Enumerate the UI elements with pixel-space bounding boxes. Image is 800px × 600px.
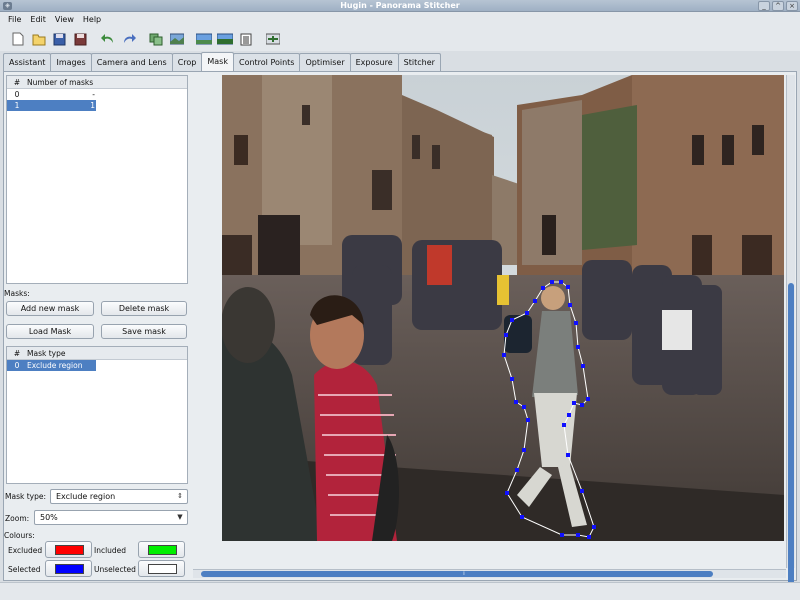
- mask-type-select[interactable]: Exclude region ⇕: [50, 489, 188, 504]
- add-new-mask-button[interactable]: Add new mask: [6, 301, 94, 316]
- tab-images[interactable]: Images: [50, 53, 92, 71]
- toolbar: [0, 27, 800, 51]
- minimize-icon[interactable]: _: [758, 1, 770, 11]
- selected-label: Selected: [8, 565, 41, 574]
- excluded-colour-swatch: [55, 545, 84, 555]
- redo-icon[interactable]: [119, 30, 138, 48]
- menu-file[interactable]: File: [8, 15, 21, 24]
- tab-control-points[interactable]: Control Points: [232, 53, 301, 71]
- list-item-selected[interactable]: 1 1: [7, 100, 96, 111]
- status-bar: [0, 582, 800, 600]
- image-list-header: # Number of masks: [7, 76, 187, 89]
- save-as-icon[interactable]: [71, 30, 90, 48]
- column-mask-type-header[interactable]: Mask type: [27, 349, 65, 358]
- delete-mask-button[interactable]: Delete mask: [101, 301, 187, 316]
- menu-edit[interactable]: Edit: [30, 15, 46, 24]
- load-mask-button[interactable]: Load Mask: [6, 324, 94, 339]
- mask-type-selected: Exclude region: [56, 492, 116, 501]
- mask-editor-image[interactable]: [222, 75, 784, 541]
- new-document-icon[interactable]: [8, 30, 27, 48]
- included-colour-swatch: [148, 545, 177, 555]
- image-index: 0: [14, 90, 20, 99]
- included-label: Included: [94, 546, 127, 555]
- menu-view[interactable]: View: [55, 15, 74, 24]
- maximize-icon[interactable]: ^: [772, 1, 784, 11]
- chevron-down-icon: ▼: [177, 513, 183, 521]
- zoom-selected: 50%: [40, 513, 58, 522]
- list-item-selected[interactable]: 0 Exclude region: [7, 360, 96, 371]
- mask-type-label: Mask type:: [5, 492, 46, 501]
- unselected-colour-button[interactable]: [138, 560, 185, 577]
- list-item[interactable]: 0 -: [7, 89, 187, 100]
- tab-bar: Assistant Images Camera and Lens Crop Ma…: [3, 52, 441, 72]
- included-colour-button[interactable]: [138, 541, 185, 558]
- tab-optimiser[interactable]: Optimiser: [299, 53, 351, 71]
- column-number-of-masks-header[interactable]: Number of masks: [27, 78, 93, 87]
- menu-bar: File Edit View Help: [0, 12, 800, 27]
- save-mask-button[interactable]: Save mask: [101, 324, 187, 339]
- title-bar: ◈ Hugin - Panorama Stitcher _ ^ ×: [0, 0, 800, 12]
- mask-index: 0: [14, 361, 20, 370]
- tab-mask[interactable]: Mask: [201, 52, 234, 71]
- undo-icon[interactable]: [98, 30, 117, 48]
- mask-list[interactable]: # Mask type 0 Exclude region: [6, 346, 188, 484]
- zoom-select[interactable]: 50% ▼: [34, 510, 188, 525]
- tab-stitcher[interactable]: Stitcher: [397, 53, 441, 71]
- excluded-label: Excluded: [8, 546, 43, 555]
- mask-type-value: Exclude region: [27, 361, 83, 370]
- vertical-scrollbar-thumb[interactable]: [788, 283, 794, 600]
- image-index: 1: [14, 101, 20, 110]
- open-folder-icon[interactable]: [29, 30, 48, 48]
- image-mask-count: -: [92, 90, 95, 99]
- fast-preview-icon[interactable]: [215, 30, 234, 48]
- column-index-header[interactable]: #: [7, 349, 27, 358]
- control-points-icon[interactable]: [236, 30, 255, 48]
- window-title: Hugin - Panorama Stitcher: [340, 1, 460, 10]
- column-index-header[interactable]: #: [7, 78, 27, 87]
- unselected-label: Unselected: [94, 565, 136, 574]
- close-icon[interactable]: ×: [786, 1, 798, 11]
- mask-list-header: # Mask type: [7, 347, 187, 360]
- masks-label: Masks:: [4, 289, 30, 298]
- align-icon[interactable]: [167, 30, 186, 48]
- colours-label: Colours:: [4, 531, 35, 540]
- excluded-colour-button[interactable]: [45, 541, 92, 558]
- vertical-scrollbar[interactable]: [786, 75, 795, 600]
- tab-crop[interactable]: Crop: [171, 53, 203, 71]
- zoom-label: Zoom:: [5, 514, 30, 523]
- selected-colour-button[interactable]: [45, 560, 92, 577]
- image-list[interactable]: # Number of masks 0 - 1 1: [6, 75, 188, 284]
- selected-colour-swatch: [55, 564, 84, 574]
- tab-camera-and-lens[interactable]: Camera and Lens: [90, 53, 173, 71]
- add-images-icon[interactable]: [146, 30, 165, 48]
- horizontal-scrollbar-thumb[interactable]: ⁞: [201, 570, 713, 577]
- save-icon[interactable]: [50, 30, 69, 48]
- spin-updown-icon: ⇕: [177, 492, 183, 500]
- unselected-colour-swatch: [148, 564, 177, 574]
- preview-icon[interactable]: [194, 30, 213, 48]
- grip-icon: ⁞: [463, 570, 465, 577]
- image-mask-count: 1: [90, 101, 95, 110]
- menu-help[interactable]: Help: [83, 15, 101, 24]
- horizontal-scrollbar[interactable]: ⁞: [193, 569, 786, 578]
- mask-control-panel: # Number of masks 0 - 1 1 Masks: Add new…: [4, 75, 188, 580]
- optimize-icon[interactable]: [263, 30, 282, 48]
- tab-exposure[interactable]: Exposure: [349, 53, 399, 71]
- tab-assistant[interactable]: Assistant: [3, 53, 52, 71]
